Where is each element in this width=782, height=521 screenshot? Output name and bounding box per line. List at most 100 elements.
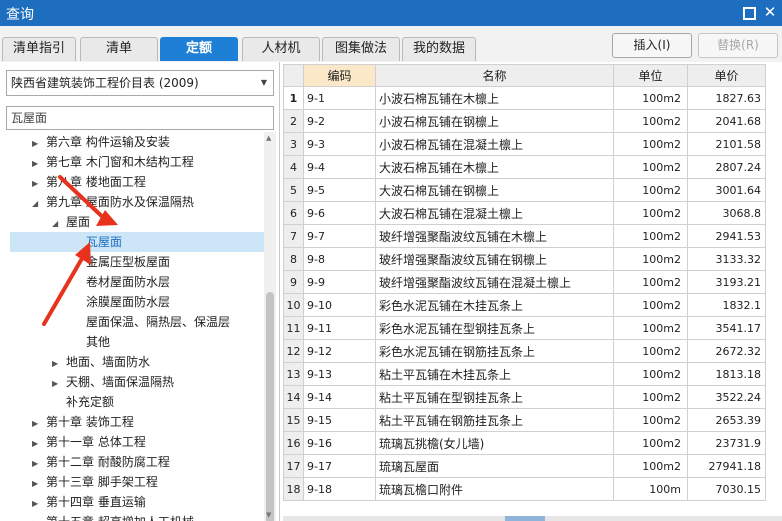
close-icon[interactable]: ✕ [762, 4, 778, 20]
chevron-down-icon[interactable]: ▼ [261, 71, 267, 95]
expand-arrow-icon[interactable]: ▶ [52, 354, 66, 374]
table-row[interactable]: 13 9-13 粘土平瓦铺在木挂瓦条上 100m2 1813.18 [283, 362, 766, 386]
scroll-up-icon[interactable]: ▲ [266, 134, 271, 142]
cell-name[interactable]: 彩色水泥瓦铺在钢筋挂瓦条上 [375, 339, 614, 363]
tab-list-guide[interactable]: 清单指引 [2, 37, 76, 61]
cell-code[interactable]: 9-7 [303, 224, 376, 248]
expand-arrow-icon[interactable]: ▶ [32, 474, 46, 494]
row-number[interactable]: 16 [283, 431, 304, 455]
table-row[interactable]: 2 9-2 小波石棉瓦铺在钢檩上 100m2 2041.68 [283, 109, 766, 133]
table-row[interactable]: 7 9-7 玻纤增强聚酯波纹瓦铺在木檩上 100m2 2941.53 [283, 224, 766, 248]
cell-code[interactable]: 9-18 [303, 477, 376, 501]
row-number[interactable]: 15 [283, 408, 304, 432]
header-name[interactable]: 名称 [375, 64, 614, 87]
cell-price[interactable]: 3522.24 [687, 385, 766, 409]
header-unit[interactable]: 单位 [613, 64, 688, 87]
tab-my-data[interactable]: 我的数据 [402, 37, 476, 61]
expand-arrow-icon[interactable]: ▶ [52, 374, 66, 394]
cell-name[interactable]: 玻纤增强聚酯波纹瓦铺在木檩上 [375, 224, 614, 248]
table-row[interactable]: 1 9-1 小波石棉瓦铺在木檩上 100m2 1827.63 [283, 86, 766, 110]
table-row[interactable]: 3 9-3 小波石棉瓦铺在混凝土檩上 100m2 2101.58 [283, 132, 766, 156]
tab-atlas[interactable]: 图集做法 [322, 37, 400, 61]
cell-price[interactable]: 3133.32 [687, 247, 766, 271]
cell-code[interactable]: 9-17 [303, 454, 376, 478]
tab-list[interactable]: 清单 [80, 37, 158, 61]
cell-name[interactable]: 小波石棉瓦铺在木檩上 [375, 86, 614, 110]
cell-unit[interactable]: 100m2 [613, 270, 688, 294]
cell-price[interactable]: 1813.18 [687, 362, 766, 386]
table-row[interactable]: 12 9-12 彩色水泥瓦铺在钢筋挂瓦条上 100m2 2672.32 [283, 339, 766, 363]
tree-node[interactable]: ▶第十五章 超高增加人工机械 [32, 512, 194, 521]
cell-price[interactable]: 2807.24 [687, 155, 766, 179]
row-number[interactable]: 9 [283, 270, 304, 294]
catalog-select[interactable]: 陕西省建筑装饰工程价目表 (2009) ▼ [6, 70, 274, 96]
cell-name[interactable]: 玻纤增强聚酯波纹瓦铺在钢檩上 [375, 247, 614, 271]
expand-arrow-icon[interactable]: ▶ [32, 514, 46, 521]
cell-name[interactable]: 玻纤增强聚酯波纹瓦铺在混凝土檩上 [375, 270, 614, 294]
row-number[interactable]: 17 [283, 454, 304, 478]
cell-code[interactable]: 9-8 [303, 247, 376, 271]
cell-code[interactable]: 9-4 [303, 155, 376, 179]
table-row[interactable]: 16 9-16 琉璃瓦挑檐(女儿墙) 100m2 23731.9 [283, 431, 766, 455]
cell-code[interactable]: 9-5 [303, 178, 376, 202]
tree-node[interactable]: ▶ 第十四章 垂直运输 [32, 492, 146, 512]
cell-price[interactable]: 2101.58 [687, 132, 766, 156]
cell-code[interactable]: 9-14 [303, 385, 376, 409]
header-price[interactable]: 单价 [687, 64, 766, 87]
table-row[interactable]: 15 9-15 粘土平瓦铺在钢筋挂瓦条上 100m2 2653.39 [283, 408, 766, 432]
cell-unit[interactable]: 100m2 [613, 132, 688, 156]
replace-button[interactable]: 替换(R) [698, 33, 778, 58]
cell-unit[interactable]: 100m2 [613, 86, 688, 110]
cell-name[interactable]: 粘土平瓦铺在型钢挂瓦条上 [375, 385, 614, 409]
table-row[interactable]: 6 9-6 大波石棉瓦铺在混凝土檩上 100m2 3068.8 [283, 201, 766, 225]
tree-node[interactable]: ▶ 第六章 构件运输及安装 [32, 132, 170, 152]
cell-price[interactable]: 7030.15 [687, 477, 766, 501]
cell-name[interactable]: 小波石棉瓦铺在混凝土檩上 [375, 132, 614, 156]
table-row[interactable]: 14 9-14 粘土平瓦铺在型钢挂瓦条上 100m2 3522.24 [283, 385, 766, 409]
row-number[interactable]: 1 [283, 86, 304, 110]
table-row[interactable]: 10 9-10 彩色水泥瓦铺在木挂瓦条上 100m2 1832.1 [283, 293, 766, 317]
cell-name[interactable]: 琉璃瓦屋面 [375, 454, 614, 478]
cell-name[interactable]: 彩色水泥瓦铺在木挂瓦条上 [375, 293, 614, 317]
insert-button[interactable]: 插入(I) [612, 33, 692, 58]
cell-unit[interactable]: 100m2 [613, 178, 688, 202]
table-row[interactable]: 8 9-8 玻纤增强聚酯波纹瓦铺在钢檩上 100m2 3133.32 [283, 247, 766, 271]
tree-node[interactable]: ▶ 第十三章 脚手架工程 [32, 472, 158, 492]
tree-node[interactable]: ▶ 第十一章 总体工程 [32, 432, 146, 452]
tree-node[interactable]: ▶ 天棚、墙面保温隔热 [52, 372, 174, 392]
cell-unit[interactable]: 100m [613, 477, 688, 501]
cell-unit[interactable]: 100m2 [613, 293, 688, 317]
cell-unit[interactable]: 100m2 [613, 316, 688, 340]
cell-name[interactable]: 粘土平瓦铺在木挂瓦条上 [375, 362, 614, 386]
cell-name[interactable]: 琉璃瓦挑檐(女儿墙) [375, 431, 614, 455]
cell-code[interactable]: 9-16 [303, 431, 376, 455]
tree-node[interactable]: ◢ 屋面 [52, 212, 90, 232]
cell-unit[interactable]: 100m2 [613, 431, 688, 455]
tab-labor-material[interactable]: 人材机 [242, 37, 320, 61]
tree-node[interactable]: 涂膜屋面防水层 [72, 292, 170, 312]
expand-arrow-icon[interactable]: ▶ [32, 454, 46, 474]
cell-price[interactable]: 3001.64 [687, 178, 766, 202]
collapse-arrow-icon[interactable]: ◢ [52, 214, 66, 234]
tree-node[interactable]: ▶ 第八章 楼地面工程 [32, 172, 146, 192]
tree-node-selected[interactable]: 瓦屋面 [10, 232, 264, 252]
cell-unit[interactable]: 100m2 [613, 362, 688, 386]
cell-unit[interactable]: 100m2 [613, 201, 688, 225]
cell-price[interactable]: 2041.68 [687, 109, 766, 133]
tree-node[interactable]: ▶ 第十章 装饰工程 [32, 412, 134, 432]
expand-arrow-icon[interactable]: ▶ [32, 434, 46, 454]
cell-code[interactable]: 9-9 [303, 270, 376, 294]
cell-name[interactable]: 大波石棉瓦铺在木檩上 [375, 155, 614, 179]
tree-node[interactable]: 金属压型板屋面 [72, 252, 170, 272]
header-code[interactable]: 编码 [303, 64, 376, 87]
row-number[interactable]: 3 [283, 132, 304, 156]
tree-scrollbar-thumb[interactable] [266, 292, 274, 521]
cell-name[interactable]: 琉璃瓦檐口附件 [375, 477, 614, 501]
cell-code[interactable]: 9-1 [303, 86, 376, 110]
tree-node[interactable]: ◢ 第九章 屋面防水及保温隔热 [32, 192, 194, 212]
cell-price[interactable]: 3193.21 [687, 270, 766, 294]
cell-code[interactable]: 9-10 [303, 293, 376, 317]
expand-arrow-icon[interactable]: ▶ [32, 154, 46, 174]
cell-unit[interactable]: 100m2 [613, 339, 688, 363]
row-number[interactable]: 12 [283, 339, 304, 363]
